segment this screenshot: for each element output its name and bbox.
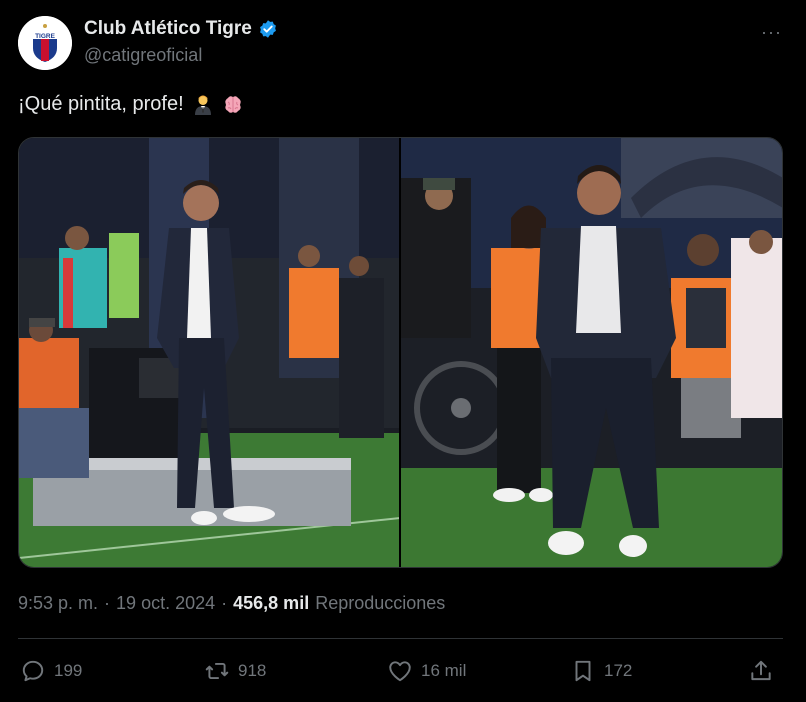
photo-left[interactable] <box>19 138 399 567</box>
verified-badge-icon <box>259 20 276 38</box>
man-office-worker-emoji <box>194 95 211 115</box>
views-count: 456,8 mil <box>233 593 310 613</box>
meta-separator: · <box>104 593 111 613</box>
share-button[interactable] <box>748 654 774 688</box>
brain-emoji <box>224 95 241 113</box>
retweet-count: 918 <box>238 661 267 680</box>
club-crest-icon: TIGRE <box>18 16 72 70</box>
retweet-button[interactable]: 918 <box>204 654 266 688</box>
tweet-date[interactable]: 19 oct. 2024 <box>116 593 215 614</box>
bookmark-count: 172 <box>604 661 633 680</box>
tweet-text: ¡Qué pintita, profe! <box>18 93 244 116</box>
avatar-text: TIGRE <box>35 33 56 40</box>
reply-button[interactable]: 199 <box>20 654 82 688</box>
action-bar: 199 918 16 mil 172 <box>18 654 783 688</box>
more-options-icon[interactable]: ··· <box>761 22 782 43</box>
avatar[interactable]: TIGRE <box>18 16 72 70</box>
display-name[interactable]: Club Atlético Tigre <box>84 18 252 40</box>
views-label: Reproducciones <box>315 593 446 613</box>
share-icon <box>751 660 771 681</box>
heart-icon <box>389 661 411 682</box>
media-grid[interactable] <box>18 137 783 568</box>
tweet-header: TIGRE Club Atlético Tigre @catigreoficia… <box>18 16 788 70</box>
meta-separator-2: · <box>221 593 228 613</box>
coach-walking-photo <box>401 138 782 567</box>
tweet-body: ¡Qué pintita, profe! <box>18 93 184 115</box>
tweet-time[interactable]: 9:53 p. m. <box>18 593 98 614</box>
retweet-icon <box>205 662 229 680</box>
divider <box>18 638 783 639</box>
reply-icon <box>22 660 44 682</box>
tweet-meta: 9:53 p. m. · 19 oct. 2024 · 456,8 mil Re… <box>18 593 445 614</box>
like-count: 16 mil <box>421 661 467 680</box>
reply-count: 199 <box>54 661 83 680</box>
handle[interactable]: @catigreoficial <box>84 45 202 66</box>
bookmark-icon <box>575 660 591 682</box>
photo-right[interactable] <box>401 138 782 567</box>
bookmark-button[interactable]: 172 <box>570 654 632 688</box>
like-button[interactable]: 16 mil <box>387 654 466 688</box>
coach-sideline-photo <box>19 138 399 567</box>
